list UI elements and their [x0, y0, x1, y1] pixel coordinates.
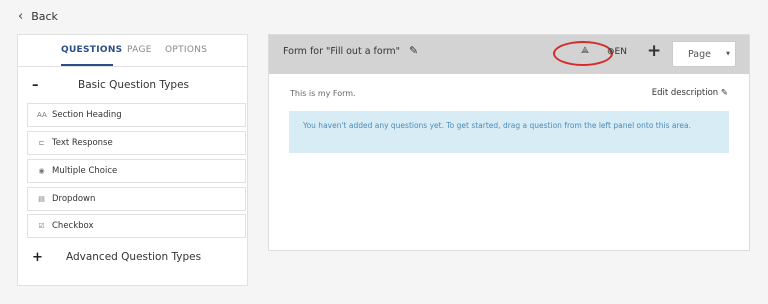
text-response-icon: ⊏	[38, 139, 45, 147]
translate-icon[interactable]: ⟁	[581, 46, 589, 56]
dropdown-icon: ▤	[38, 195, 45, 203]
edit-description-link[interactable]: Edit description ✎	[652, 88, 728, 98]
basic-question-types-header[interactable]: – Basic Question Types	[18, 76, 249, 94]
active-tab-indicator	[61, 64, 113, 66]
edit-title-pencil-icon[interactable]: ✎	[409, 44, 418, 57]
multiple-choice-icon: ◉	[38, 167, 45, 175]
pencil-icon: ✎	[720, 88, 728, 98]
language-selector[interactable]: ⊕EN	[607, 47, 627, 57]
chevron-left-icon: ‹	[18, 8, 24, 24]
panel-tabs: QUESTIONS PAGE OPTIONS	[18, 35, 247, 67]
advanced-question-types-header[interactable]: + Advanced Question Types	[18, 248, 249, 266]
question-type-multiple-choice[interactable]: ◉ Multiple Choice	[27, 159, 246, 183]
tab-options[interactable]: OPTIONS	[165, 45, 207, 55]
tab-questions[interactable]: QUESTIONS	[61, 45, 122, 55]
back-link[interactable]: ‹ Back	[18, 8, 58, 24]
page-select-value: Page	[688, 49, 711, 60]
question-types-panel: QUESTIONS PAGE OPTIONS – Basic Question …	[17, 34, 248, 286]
basic-question-types-label: Basic Question Types	[77, 79, 190, 91]
checkbox-icon: ☑	[38, 222, 45, 230]
back-label: Back	[31, 9, 58, 23]
form-description: This is my Form.	[290, 89, 356, 98]
tab-page[interactable]: PAGE	[127, 45, 152, 55]
empty-form-notice: You haven't added any questions yet. To …	[289, 111, 729, 153]
form-title: Form for "Fill out a form"	[283, 46, 401, 57]
globe-icon: ⊕	[607, 47, 615, 57]
edit-description-label: Edit description	[651, 88, 719, 98]
form-editor: Form for "Fill out a form" ✎ ⟁ ⊕EN + Pag…	[268, 34, 750, 251]
language-code: EN	[614, 47, 627, 57]
question-type-text-response[interactable]: ⊏ Text Response	[27, 131, 246, 155]
section-heading-icon: AA	[37, 111, 47, 119]
question-type-label: Text Response	[52, 138, 113, 148]
question-type-section-heading[interactable]: AA Section Heading	[27, 103, 246, 127]
chevron-down-icon: ▼	[726, 51, 730, 57]
question-type-label: Section Heading	[52, 110, 122, 120]
question-type-label: Checkbox	[52, 221, 94, 231]
question-type-dropdown[interactable]: ▤ Dropdown	[27, 187, 246, 211]
question-type-checkbox[interactable]: ☑ Checkbox	[27, 214, 246, 238]
question-type-label: Multiple Choice	[52, 166, 118, 176]
form-header: Form for "Fill out a form" ✎ ⟁ ⊕EN + Pag…	[269, 35, 749, 74]
page-select[interactable]: Page ▼	[672, 41, 736, 67]
advanced-question-types-label: Advanced Question Types	[65, 251, 202, 263]
question-type-label: Dropdown	[52, 194, 96, 204]
add-button[interactable]: +	[647, 41, 661, 61]
